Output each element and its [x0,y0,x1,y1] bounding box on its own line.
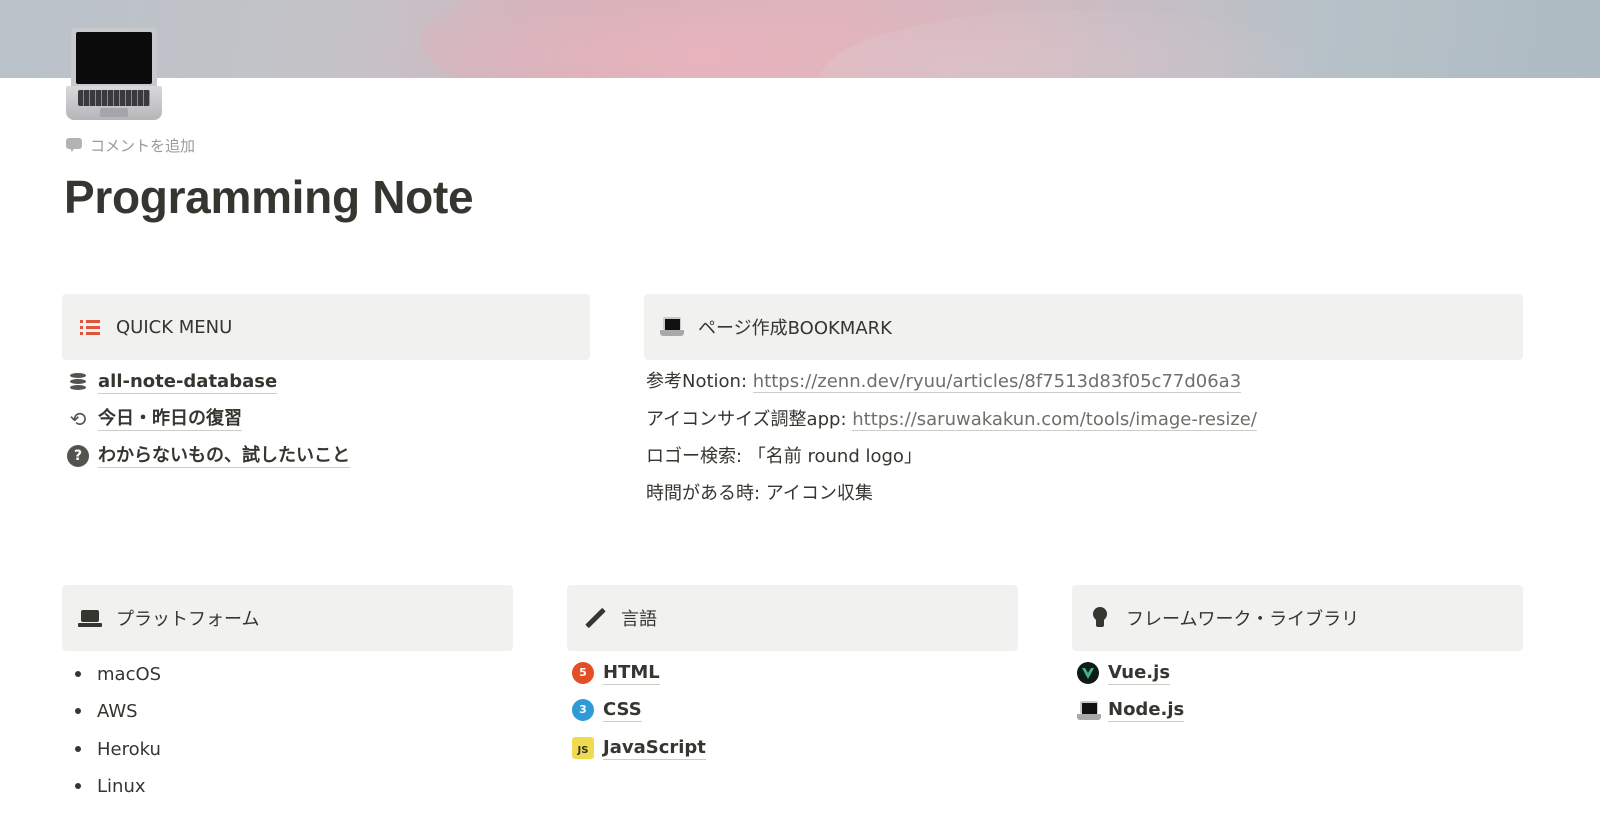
language-item-label: HTML [603,661,660,685]
laptop-keyboard [78,90,150,106]
platform-list-item[interactable]: Linux [75,773,146,799]
platform-list-item[interactable]: macOS [75,661,161,687]
html5-icon: 5 [572,662,594,684]
framework-item-node[interactable]: Node.js [1077,697,1185,723]
list-icon [78,315,102,339]
bullet-dot [75,746,81,752]
platform-item-label: macOS [97,663,162,685]
framework-item-label: Vue.js [1108,661,1171,685]
language-item-label: CSS [603,698,642,722]
framework-item-label: Node.js [1108,698,1185,722]
quick-menu-header: QUICK MENU [116,316,233,338]
bookmark-row-reference: 参考Notion: https://zenn.dev/ryuu/articles… [646,369,1242,395]
css3-icon: 3 [572,699,594,721]
laptop-icon [78,606,102,630]
bullet-dot [75,708,81,714]
refresh-icon: ⟲ [69,407,87,431]
bookmark-row-icon-resize: アイコンサイズ調整app: https://saruwakakun.com/to… [646,407,1257,433]
bookmark-row-label: 参考Notion: [646,371,753,392]
add-comment-label: コメントを追加 [90,136,196,155]
quick-menu-callout[interactable]: QUICK MENU [62,294,590,360]
laptop-icon [1077,699,1101,721]
language-item-label: JavaScript [603,736,706,760]
language-item-javascript[interactable]: JS JavaScript [572,735,706,761]
platform-list-item[interactable]: Heroku [75,736,161,762]
platform-list-item[interactable]: AWS [75,698,138,724]
framework-header: フレームワーク・ライブラリ [1126,609,1360,630]
language-item-css[interactable]: 3 CSS [572,697,642,723]
quick-menu-item-review[interactable]: ⟲ 今日・昨日の復習 [67,406,242,432]
quick-menu-item-label: all-note-database [98,370,278,394]
quick-menu-item-questions[interactable]: ? わからないもの、試したいこと [67,443,350,469]
framework-item-vue[interactable]: Vue.js [1077,660,1171,686]
add-comment-button[interactable]: コメントを追加 [66,134,195,156]
platform-item-label: Heroku [97,738,161,760]
database-icon [67,371,89,393]
platform-callout[interactable]: プラットフォーム [62,585,513,651]
platform-header: プラットフォーム [116,609,260,630]
bookmark-link-zenn[interactable]: https://zenn.dev/ryuu/articles/8f7513d83… [752,371,1242,393]
vue-icon [1077,662,1099,684]
quick-menu-item-label: 今日・昨日の復習 [98,407,242,431]
platform-item-label: Linux [97,775,146,797]
platform-item-label: AWS [97,700,138,722]
bookmark-row-logo-search: ロゴー検索: 「名前 round logo」 [646,446,922,467]
js-icon: JS [572,737,594,759]
framework-callout[interactable]: フレームワーク・ライブラリ [1072,585,1523,651]
quick-menu-item-all-note-database[interactable]: all-note-database [67,369,278,395]
bookmark-callout[interactable]: ページ作成BOOKMARK [644,294,1523,360]
comment-icon [66,138,82,152]
bookmark-row-label: アイコンサイズ調整app: [646,409,853,430]
language-header: 言語 [621,609,657,630]
laptop-trackpad [100,108,128,117]
page-title[interactable]: Programming Note [64,170,474,224]
bullet-dot [75,783,81,789]
quick-menu-item-label: わからないもの、試したいこと [98,444,350,468]
cover-image[interactable] [0,0,1600,78]
page-laptop-icon[interactable] [66,28,162,124]
bookmark-row-icon-collect: 時間がある時: アイコン収集 [646,483,873,504]
lightbulb-icon [1088,606,1112,630]
bookmark-header: ページ作成BOOKMARK [698,318,892,339]
pencil-icon [583,606,607,630]
language-callout[interactable]: 言語 [567,585,1018,651]
laptop-screen [71,28,157,86]
language-item-html[interactable]: 5 HTML [572,660,660,686]
question-icon: ? [67,445,89,467]
notion-page: コメントを追加 Programming Note QUICK MENU all-… [0,0,1600,832]
laptop-icon [660,315,684,339]
bookmark-link-image-resize[interactable]: https://saruwakakun.com/tools/image-resi… [852,409,1257,431]
bullet-dot [75,671,81,677]
